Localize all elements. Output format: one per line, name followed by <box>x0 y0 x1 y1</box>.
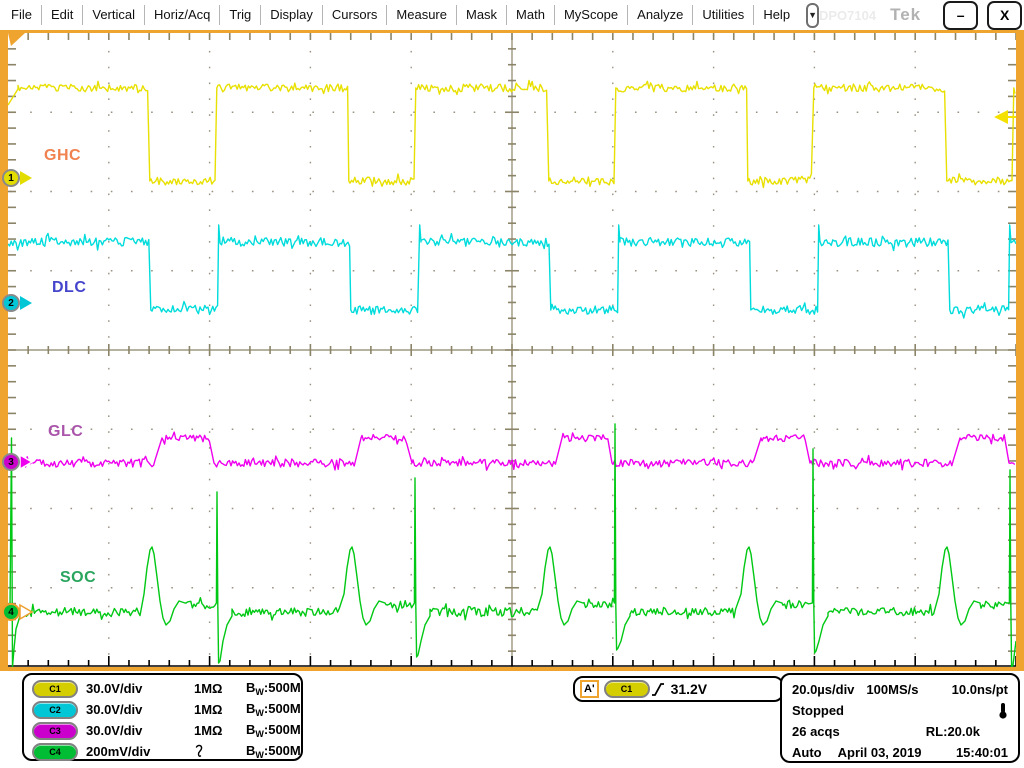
close-button[interactable]: X <box>987 1 1022 30</box>
sample-rate: 100MS/s <box>866 682 918 697</box>
timebase-row3: 26 acqs RL:20.0k <box>792 721 1008 742</box>
rising-edge-icon <box>650 681 666 698</box>
graticule-frame: GHC DLC GLC SOC 1 2 3 4 <box>0 30 1024 671</box>
record-length: RL:20.0k <box>926 724 1008 739</box>
menu-help[interactable]: Help <box>754 5 799 25</box>
current-probe-icon <box>194 744 246 760</box>
channel2-position-marker[interactable]: 2 <box>2 294 20 312</box>
time-label: 15:40:01 <box>956 745 1008 760</box>
timebase-row1: 20.0µs/div 100MS/s 10.0ns/pt <box>792 679 1008 700</box>
menu-bar: File Edit Vertical Horiz/Acq Trig Displa… <box>0 0 1024 31</box>
reference-wedge-icon <box>8 33 25 46</box>
menu-file[interactable]: File <box>2 5 42 25</box>
channel2-impedance: 1MΩ <box>194 702 246 717</box>
timebase-row4: Auto April 03, 2019 15:40:01 <box>792 742 1008 763</box>
timebase-scale: 20.0µs/div <box>792 682 854 697</box>
menu-mask[interactable]: Mask <box>457 5 507 25</box>
trigger-readout-box[interactable]: A' C1 31.2V <box>573 676 784 702</box>
menu-edit[interactable]: Edit <box>42 5 83 25</box>
minimize-button[interactable]: – <box>943 1 978 30</box>
channel1-readout-row: C1 30.0V/div 1MΩ BW:500M <box>32 678 301 699</box>
channel2-scale: 30.0V/div <box>86 702 194 717</box>
waveform-display[interactable]: GHC DLC GLC SOC <box>8 33 1016 667</box>
readout-panel: C1 30.0V/div 1MΩ BW:500M C2 30.0V/div 1M… <box>0 671 1024 768</box>
channel-readout-box[interactable]: C1 30.0V/div 1MΩ BW:500M C2 30.0V/div 1M… <box>22 673 303 761</box>
timebase-readout-box[interactable]: 20.0µs/div 100MS/s 10.0ns/pt Stopped 26 … <box>780 673 1020 763</box>
label-dlc: DLC <box>52 279 86 297</box>
trigger-source-badge: C1 <box>604 680 650 698</box>
channel1-position-marker[interactable]: 1 <box>2 169 20 187</box>
channel1-bandwidth: BW:500M <box>246 680 301 697</box>
trigger-level-arrow[interactable] <box>994 110 1008 124</box>
sample-resolution: 10.0ns/pt <box>952 682 1008 697</box>
chevron-down-icon: ▼ <box>808 10 817 20</box>
menu-trig[interactable]: Trig <box>220 5 261 25</box>
menu-horiz-acq[interactable]: Horiz/Acq <box>145 5 220 25</box>
menu-display[interactable]: Display <box>261 5 323 25</box>
channel3-scale: 30.0V/div <box>86 723 194 738</box>
trigger-level-value: 31.2V <box>671 681 708 697</box>
channel1-arrow-icon[interactable] <box>20 171 32 185</box>
menu-measure[interactable]: Measure <box>387 5 457 25</box>
acquisition-count: 26 acqs <box>792 724 840 739</box>
timebase-row2: Stopped <box>792 700 1008 721</box>
channel3-bandwidth: BW:500M <box>246 722 301 739</box>
channel4-badge[interactable]: C4 <box>32 743 78 761</box>
menu-analyze[interactable]: Analyze <box>628 5 693 25</box>
channel2-badge[interactable]: C2 <box>32 701 78 719</box>
menu-overflow-button[interactable]: ▼ <box>806 3 819 28</box>
menu-utilities[interactable]: Utilities <box>693 5 754 25</box>
channel2-arrow-icon[interactable] <box>20 296 32 310</box>
label-ghc: GHC <box>44 147 81 165</box>
channel1-impedance: 1MΩ <box>194 681 246 696</box>
trigger-mode-badge: A' <box>580 680 599 698</box>
menu-myscope[interactable]: MyScope <box>555 5 628 25</box>
waveform-canvas <box>8 33 1016 667</box>
menu-math[interactable]: Math <box>507 5 555 25</box>
menu-cursors[interactable]: Cursors <box>323 5 388 25</box>
channel4-scale: 200mV/div <box>86 744 194 759</box>
channel2-readout-row: C2 30.0V/div 1MΩ BW:500M <box>32 699 301 720</box>
channel3-position-marker[interactable]: 3 <box>2 453 20 471</box>
label-glc: GLC <box>48 423 83 441</box>
model-label: DPO7104 <box>819 8 876 23</box>
trigger-mode-auto: Auto <box>792 745 822 760</box>
channel3-readout-row: C3 30.0V/div 1MΩ BW:500M <box>32 720 301 741</box>
channel3-badge[interactable]: C3 <box>32 722 78 740</box>
acquisition-state: Stopped <box>792 703 844 718</box>
channel1-badge[interactable]: C1 <box>32 680 78 698</box>
label-soc: SOC <box>60 569 96 587</box>
channel4-bandwidth: BW:500M <box>246 743 301 760</box>
thermometer-icon <box>998 702 1008 719</box>
tek-logo: Tek <box>890 5 921 25</box>
menu-vertical[interactable]: Vertical <box>83 5 145 25</box>
channel1-scale: 30.0V/div <box>86 681 194 696</box>
graticule-grid <box>8 33 1016 667</box>
channel4-position-marker[interactable]: 4 <box>2 603 20 621</box>
date-label: April 03, 2019 <box>838 745 922 760</box>
channel3-impedance: 1MΩ <box>194 723 246 738</box>
channel2-bandwidth: BW:500M <box>246 701 301 718</box>
channel4-arrow-icon[interactable] <box>20 605 32 619</box>
channel4-readout-row: C4 200mV/div BW:500M <box>32 741 301 762</box>
